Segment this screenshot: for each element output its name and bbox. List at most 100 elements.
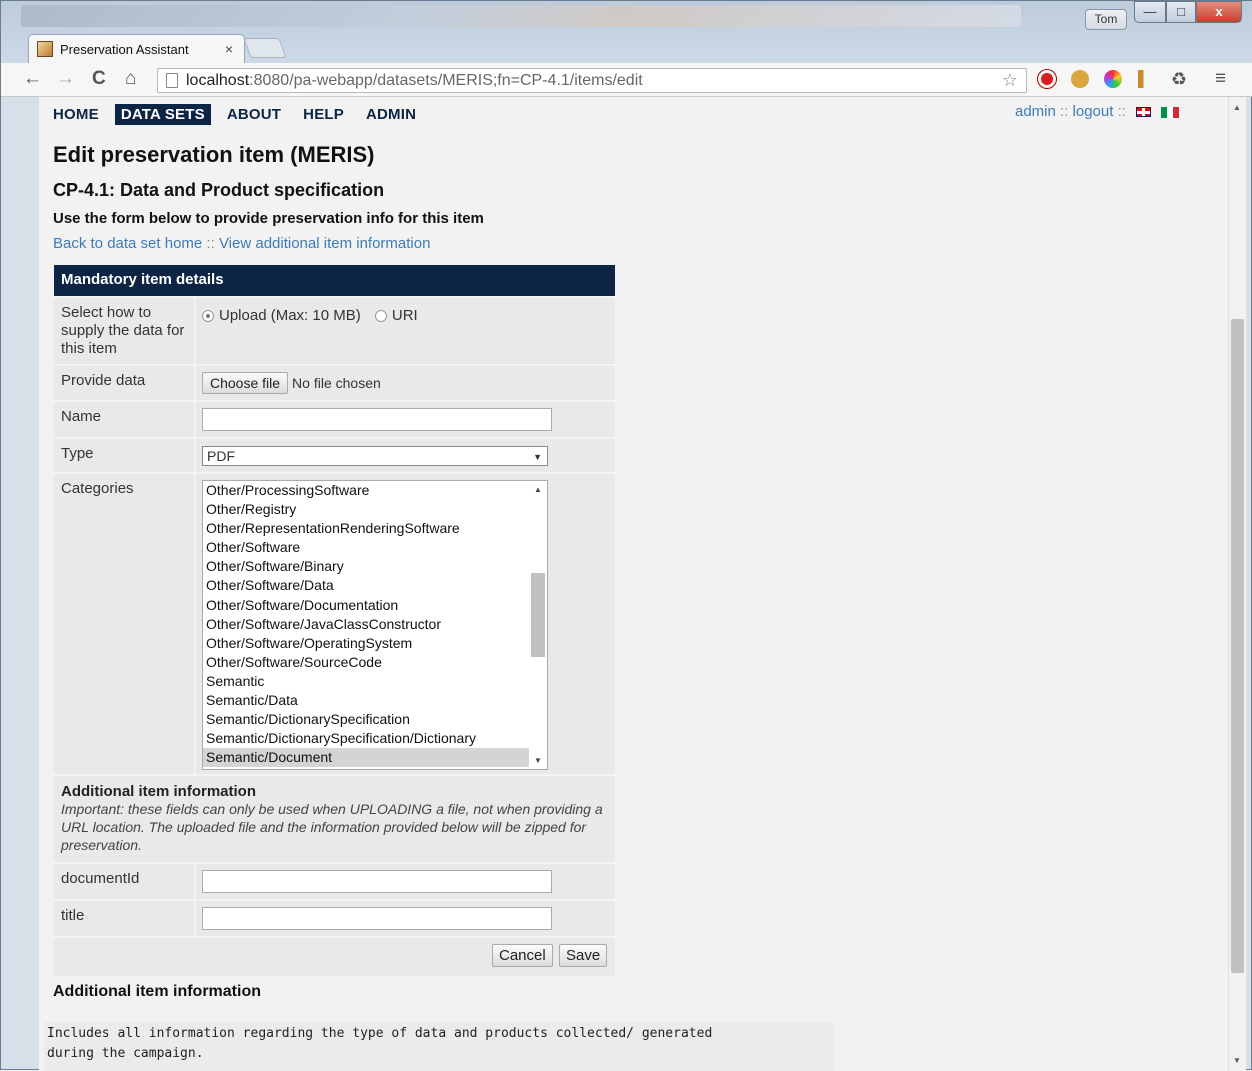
tab-title: Preservation Assistant: [60, 41, 189, 57]
save-button[interactable]: Save: [559, 944, 608, 967]
category-option[interactable]: Other/RepresentationRenderingSoftware: [203, 519, 547, 538]
type-label: Type: [61, 445, 94, 462]
tab-close-icon[interactable]: ×: [225, 41, 233, 57]
profile-badge[interactable]: Tom: [1085, 9, 1127, 30]
document-id-input[interactable]: [202, 870, 552, 893]
url-host: localhost: [186, 72, 250, 89]
title-label: title: [61, 907, 85, 924]
english-flag-icon[interactable]: [1136, 107, 1152, 118]
nav-data-sets[interactable]: DATA SETS: [114, 104, 211, 125]
upload-option-label[interactable]: Upload (Max: 10 MB): [219, 307, 361, 324]
reload-icon[interactable]: C: [92, 69, 106, 89]
recycle-extension-icon[interactable]: ♻: [1171, 69, 1187, 89]
nav-admin[interactable]: ADMIN: [360, 104, 422, 125]
cancel-button[interactable]: Cancel: [492, 944, 553, 967]
category-option[interactable]: Semantic/DictionarySpecification: [203, 710, 547, 729]
supply-row: Select how to supply the data for this i…: [54, 296, 615, 364]
home-icon[interactable]: ⌂: [125, 69, 136, 89]
opera-extension-icon[interactable]: [1038, 70, 1056, 88]
categories-label: Categories: [61, 480, 134, 497]
category-option[interactable]: Other/Registry: [203, 500, 547, 519]
provide-row: Provide data Choose file No file chosen: [54, 364, 615, 400]
title-bar-background: [21, 5, 1021, 27]
back-arrow-icon[interactable]: ←: [23, 69, 42, 89]
choose-file-button[interactable]: Choose file: [202, 372, 289, 394]
type-cell: PDF: [194, 439, 615, 472]
tool-extension-icon[interactable]: [1138, 70, 1152, 88]
page-scroll-down-icon[interactable]: ▼: [1233, 1056, 1241, 1065]
file-status: No file chosen: [292, 375, 381, 391]
category-option[interactable]: Semantic/Document: [203, 748, 547, 768]
upload-radio[interactable]: [202, 310, 214, 323]
category-option[interactable]: Other/Software/SourceCode: [203, 653, 547, 672]
bookmark-star-icon[interactable]: ☆: [1002, 69, 1018, 92]
additional-info-text: Includes all information regarding the t…: [44, 1022, 834, 1071]
title-bar: Preservation Assistant × Tom — □ x: [1, 1, 1252, 63]
cookie-extension-icon[interactable]: [1071, 70, 1089, 88]
page-scroll-thumb[interactable]: [1231, 319, 1244, 973]
italian-flag-icon[interactable]: [1161, 106, 1180, 118]
provide-label: Provide data: [61, 372, 146, 389]
page-scroll-up-icon[interactable]: ▲: [1233, 103, 1241, 112]
category-option[interactable]: Other/Software/Binary: [203, 557, 547, 576]
categories-listbox[interactable]: Other/ProcessingSoftware Other/Registry Ot…: [202, 480, 548, 770]
nav-about[interactable]: ABOUT: [221, 104, 287, 125]
category-option[interactable]: Other/ProcessingSoftware: [203, 481, 547, 500]
file-picker: Choose file No file chosen: [194, 366, 615, 400]
browser-tab[interactable]: Preservation Assistant ×: [28, 34, 245, 63]
listbox-scrollbar[interactable]: ▲ ▼: [529, 481, 547, 769]
additional-info-section: Additional item information Important: t…: [54, 774, 615, 862]
additional-info-heading: Additional item information: [53, 983, 261, 1000]
name-input[interactable]: [202, 408, 552, 431]
logout-link[interactable]: logout: [1073, 103, 1114, 120]
nav-help[interactable]: HELP: [297, 104, 350, 125]
categories-cell: Other/ProcessingSoftware Other/Registry Ot…: [194, 474, 615, 774]
document-id-label: documentId: [61, 870, 140, 887]
form-actions: Cancel Save: [54, 936, 615, 976]
type-select[interactable]: PDF: [202, 446, 548, 466]
forward-arrow-icon[interactable]: →: [56, 69, 75, 89]
additional-info-note: Important: these fields can only be used…: [61, 801, 603, 853]
user-link[interactable]: admin: [1015, 103, 1056, 120]
category-option[interactable]: Other/Software/Data: [203, 576, 547, 595]
title-cell: [194, 901, 615, 936]
supply-label: Select how to supply the data for this i…: [61, 304, 185, 357]
page-scrollbar[interactable]: ▲ ▼: [1228, 97, 1246, 1071]
separator: ::: [1113, 103, 1131, 120]
category-option[interactable]: Semantic/DictionarySpecification/Diction…: [203, 729, 547, 748]
category-option[interactable]: Semantic: [203, 672, 547, 691]
scroll-up-icon[interactable]: ▲: [534, 485, 542, 494]
minimize-button[interactable]: —: [1134, 1, 1166, 23]
name-label: Name: [61, 408, 102, 425]
category-option[interactable]: Other/Software/Documentation: [203, 596, 547, 615]
type-row: Type PDF: [54, 437, 615, 472]
category-option[interactable]: Other/Software/OperatingSystem: [203, 634, 547, 653]
scroll-down-icon[interactable]: ▼: [534, 756, 542, 765]
category-option[interactable]: Other/Software/JavaClassConstructor: [203, 615, 547, 634]
browser-toolbar: ← → C ⌂ localhost:8080/pa-webapp/dataset…: [1, 63, 1252, 97]
info-text-line-2: during the campaign.: [47, 1046, 204, 1061]
nav-home[interactable]: HOME: [47, 104, 105, 125]
separator: ::: [1055, 103, 1073, 120]
categories-row: Categories Other/ProcessingSoftware Other…: [54, 472, 615, 774]
uri-option-label[interactable]: URI: [392, 307, 418, 324]
info-text-line-1: Includes all information regarding the t…: [47, 1026, 713, 1041]
close-window-button[interactable]: x: [1196, 1, 1242, 23]
category-option[interactable]: Semantic/Data: [203, 691, 547, 710]
listbox-scroll-thumb[interactable]: [531, 573, 545, 657]
maximize-button[interactable]: □: [1166, 1, 1196, 23]
user-links: admin :: logout ::: [1015, 103, 1180, 120]
uri-radio[interactable]: [374, 310, 387, 323]
title-input[interactable]: [202, 907, 552, 930]
address-bar[interactable]: localhost:8080/pa-webapp/datasets/MERIS;…: [157, 68, 1027, 93]
color-picker-extension-icon[interactable]: [1104, 70, 1122, 88]
category-option[interactable]: Other/Software: [203, 538, 547, 557]
instructions: Use the form below to provide preservati…: [53, 210, 484, 227]
item-subtitle: CP-4.1: Data and Product specification: [53, 180, 385, 200]
view-info-link[interactable]: View additional item information: [219, 235, 431, 252]
new-tab-button[interactable]: [243, 38, 287, 58]
back-link[interactable]: Back to data set home: [53, 235, 202, 252]
document-id-cell: [194, 864, 615, 899]
page-icon: [166, 73, 178, 88]
menu-icon[interactable]: ≡: [1215, 69, 1226, 89]
